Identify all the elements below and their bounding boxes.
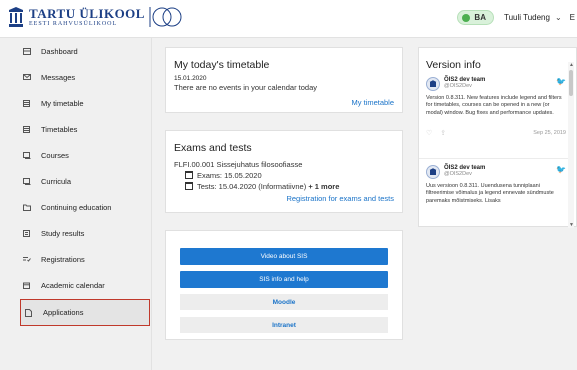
top-header: TARTU ÜLIKOOL EESTI RAHVUSÜLIKOOL BA Tuu… — [0, 0, 577, 38]
sidebar-item-academic-calendar[interactable]: Academic calendar — [0, 272, 152, 298]
moodle-button[interactable]: Moodle — [180, 294, 388, 310]
exams-card: Exams and tests FLFI.00.001 Sissejuhatus… — [165, 130, 403, 213]
book-icon — [22, 151, 31, 159]
sidebar-item-registrations[interactable]: Registrations — [0, 246, 152, 272]
user-area: BA Tuuli Tudeng ⌄ E — [457, 10, 577, 25]
envelope-icon — [22, 73, 31, 81]
registration-exams-link[interactable]: Registration for exams and tests — [286, 194, 394, 203]
sidebar-item-label: Academic calendar — [41, 280, 105, 290]
folder-icon — [22, 203, 31, 211]
list-icon — [22, 229, 31, 237]
dashboard-icon — [22, 47, 31, 55]
university-crest-icon — [9, 7, 23, 27]
more-exams-link[interactable]: + 1 more — [308, 182, 339, 191]
my-timetable-link[interactable]: My timetable — [351, 98, 394, 107]
twitter-bird-icon: 🐦 — [556, 77, 566, 86]
status-dot-icon — [462, 13, 471, 22]
tweet-handle[interactable]: @OIS2Dev — [444, 83, 485, 89]
sidebar-item-study-results[interactable]: Study results — [0, 220, 152, 246]
scrollbar-thumb[interactable] — [569, 70, 573, 96]
tweet-divider — [419, 158, 569, 159]
role-badge[interactable]: BA — [457, 10, 494, 25]
timetable-card: My today's timetable 15.01.2020 There ar… — [165, 47, 403, 113]
calendar-grid-icon — [22, 99, 31, 107]
sidebar-item-label: Timetables — [41, 124, 78, 134]
sidebar-item-label: Registrations — [41, 254, 85, 264]
user-name[interactable]: Tuuli Tudeng — [504, 13, 550, 22]
exams-date-text: Exams: 15.05.2020 — [197, 171, 262, 180]
logo-subtitle: EESTI RAHVUSÜLIKOOL — [29, 21, 118, 27]
sidebar-item-label: My timetable — [41, 98, 84, 108]
exams-card-title: Exams and tests — [174, 142, 252, 154]
timetable-empty-message: There are no events in your calendar tod… — [174, 83, 318, 92]
scroll-up-icon[interactable]: ▲ — [569, 62, 574, 68]
quick-links-card: Video about SIS SIS info and help Moodle… — [165, 230, 403, 340]
tests-date-line: Tests: 15.04.2020 (Informatiivne) + 1 mo… — [185, 182, 339, 191]
calendar-icon — [185, 171, 193, 179]
tests-date-text: Tests: 15.04.2020 (Informatiivne) — [197, 182, 307, 191]
share-icon[interactable]: ⇪ — [440, 129, 446, 137]
exam-course-name: FLFI.00.001 Sissejuhatus filosoofiasse — [174, 160, 303, 169]
timetable-card-title: My today's timetable — [174, 59, 270, 71]
timetable-date: 15.01.2020 — [174, 75, 207, 82]
tweet: ÕIS2 dev team @OIS2Dev 🐦 Uus versioon 0.… — [426, 165, 566, 205]
sidebar: Dashboard Messages My timetable Timetabl… — [0, 38, 152, 370]
sidebar-item-label: Dashboard — [41, 46, 78, 56]
scroll-down-icon[interactable]: ▼ — [569, 222, 574, 228]
sidebar-item-continuing-education[interactable]: Continuing education — [0, 194, 152, 220]
sidebar-item-label: Messages — [41, 72, 76, 82]
sidebar-item-my-timetable[interactable]: My timetable — [0, 90, 152, 116]
calendar-grid-icon — [22, 125, 31, 133]
heart-icon[interactable]: ♡ — [426, 129, 432, 137]
sidebar-item-courses[interactable]: Courses — [0, 142, 152, 168]
sidebar-item-dashboard[interactable]: Dashboard — [0, 38, 152, 64]
sidebar-item-timetables[interactable]: Timetables — [0, 116, 152, 142]
book-icon — [22, 177, 31, 185]
chevron-down-icon[interactable]: ⌄ — [555, 13, 562, 22]
university-logo[interactable]: TARTU ÜLIKOOL EESTI RAHVUSÜLIKOOL — [8, 6, 185, 28]
video-about-sis-button[interactable]: Video about SIS — [180, 248, 388, 265]
sidebar-item-messages[interactable]: Messages — [0, 64, 152, 90]
document-icon — [24, 308, 33, 317]
twitter-bird-icon: 🐦 — [556, 165, 566, 174]
tweet-date[interactable]: Sep 25, 2019 — [533, 130, 566, 136]
logo-name: TARTU ÜLIKOOL — [29, 6, 145, 21]
sidebar-item-applications[interactable]: Applications — [20, 299, 150, 326]
check-list-icon — [22, 255, 31, 263]
sidebar-item-label: Study results — [41, 228, 85, 238]
logo-rings-icon — [149, 7, 182, 27]
tweet: ÕIS2 dev team @OIS2Dev 🐦 Version 0.8.311… — [426, 77, 566, 137]
version-info-title: Version info — [426, 59, 481, 71]
sidebar-item-label: Applications — [43, 308, 84, 317]
sis-info-help-button[interactable]: SIS info and help — [180, 271, 388, 288]
role-badge-label: BA — [474, 13, 486, 22]
avatar — [426, 77, 440, 91]
calendar-icon — [22, 281, 31, 289]
sidebar-item-label: Continuing education — [41, 202, 112, 212]
calendar-icon — [185, 182, 193, 190]
avatar — [426, 165, 440, 179]
language-switch[interactable]: E — [570, 13, 575, 22]
version-info-card: Version info ÕIS2 dev team @OIS2Dev 🐦 Ve… — [418, 47, 577, 228]
sidebar-item-curricula[interactable]: Curricula — [0, 168, 152, 194]
tweet-text: Version 0.8.311. New features include le… — [426, 95, 562, 116]
tweet-handle[interactable]: @OIS2Dev — [444, 171, 485, 177]
sidebar-item-label: Courses — [41, 150, 69, 160]
exams-date-line: Exams: 15.05.2020 — [185, 171, 262, 180]
sidebar-item-label: Curricula — [41, 176, 72, 186]
tweet-text: Uus versioon 0.8.311. Uuendusena tunnipl… — [426, 183, 554, 204]
tweets-scrollbar[interactable]: ▲ ▼ — [568, 62, 574, 228]
intranet-button[interactable]: Intranet — [180, 317, 388, 333]
